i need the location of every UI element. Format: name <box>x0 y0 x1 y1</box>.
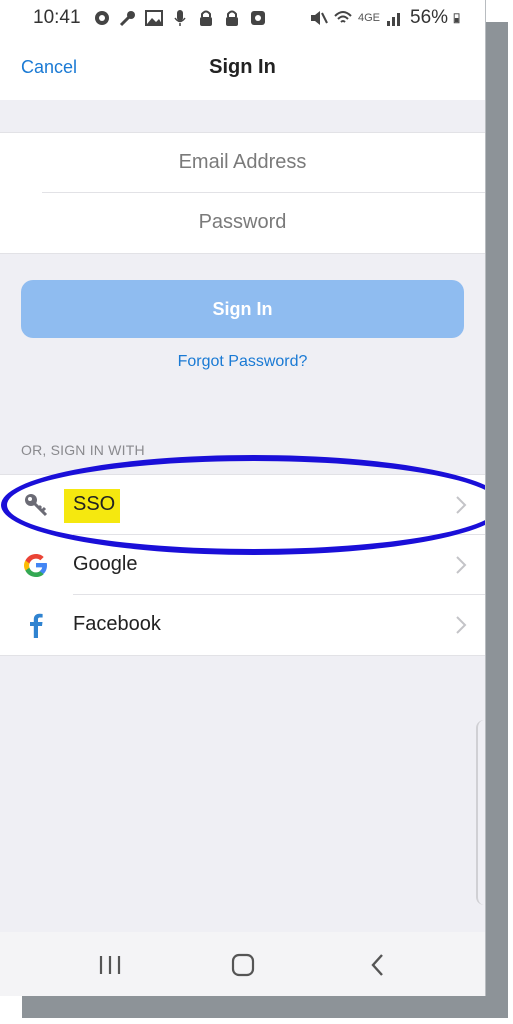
facebook-icon <box>30 613 43 638</box>
status-icons-right: 4GE 56% <box>308 7 465 29</box>
facebook-provider-row[interactable]: Facebook <box>0 595 485 655</box>
lock-icon <box>226 10 238 26</box>
status-time: 10:41 <box>33 7 81 28</box>
battery-icon <box>453 13 460 24</box>
network-type: 4GE <box>358 12 381 24</box>
lock-icon <box>200 10 212 26</box>
mic-icon <box>174 10 186 26</box>
chevron-right-icon <box>456 496 467 514</box>
app-icon <box>251 11 265 25</box>
status-bar: 10:41 4GE 56% <box>0 0 485 36</box>
phone-screen: 10:41 4GE 56% Cancel Sign In Sign In For… <box>0 0 486 996</box>
sign-in-button[interactable]: Sign In <box>21 280 464 338</box>
signal-icon <box>387 13 401 26</box>
wifi-icon <box>334 11 352 23</box>
sso-label: SSO <box>73 493 116 515</box>
email-field[interactable] <box>0 133 485 192</box>
sso-provider-row[interactable]: SSO <box>0 475 485 535</box>
page-title: Sign In <box>209 56 276 78</box>
wrench-icon <box>119 11 135 27</box>
providers-header: OR, SIGN IN WITH <box>21 442 145 458</box>
google-icon <box>24 554 47 577</box>
home-icon[interactable] <box>228 952 258 978</box>
scroll-edge <box>476 720 485 905</box>
key-icon <box>25 494 48 517</box>
google-provider-row[interactable]: Google <box>0 535 485 595</box>
status-icons-left <box>92 8 268 28</box>
top-navigation-bar: Cancel Sign In <box>0 36 485 100</box>
settings-icon <box>95 11 109 25</box>
back-icon[interactable] <box>364 952 394 978</box>
google-label: Google <box>73 553 138 575</box>
chevron-right-icon <box>456 616 467 634</box>
image-icon <box>145 10 163 26</box>
system-navigation-bar <box>0 932 485 996</box>
battery-percent: 56% <box>410 7 449 28</box>
forgot-password-link[interactable]: Forgot Password? <box>0 353 485 371</box>
facebook-label: Facebook <box>73 613 161 635</box>
recent-apps-icon[interactable] <box>95 952 125 978</box>
login-form <box>0 132 485 254</box>
password-field[interactable] <box>0 193 485 252</box>
providers-list: SSO Google Facebook <box>0 474 485 656</box>
chevron-right-icon <box>456 556 467 574</box>
mute-icon <box>311 11 328 25</box>
